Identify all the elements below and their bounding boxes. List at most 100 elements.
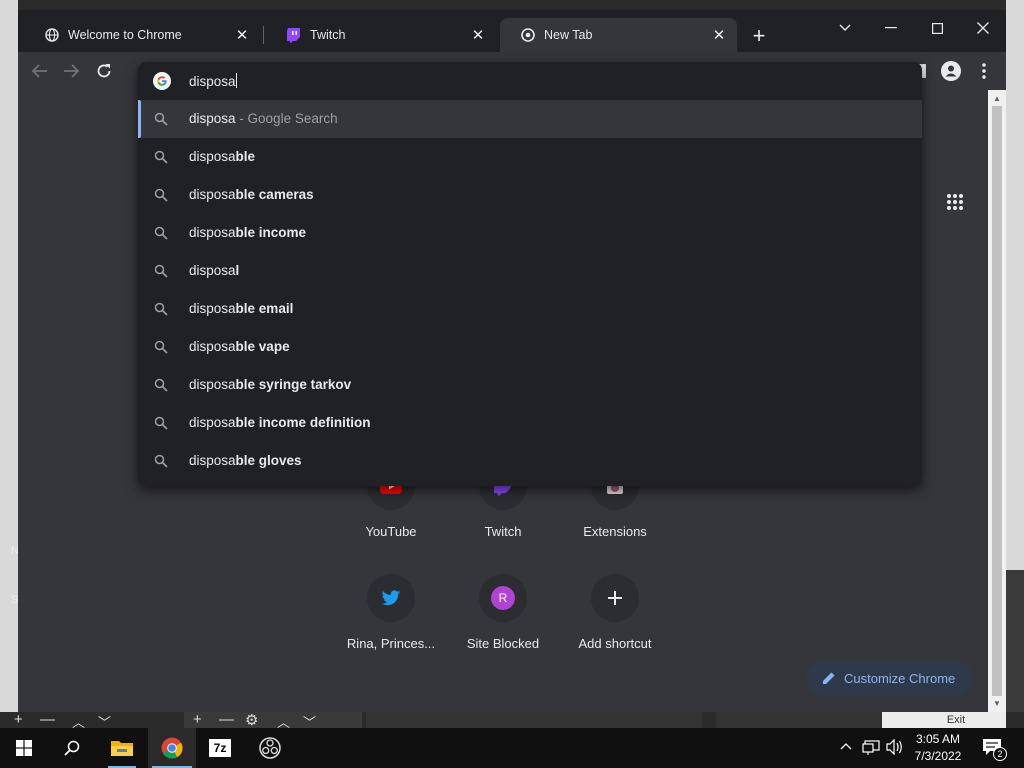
shortcut-label: Twitch [484, 524, 522, 539]
omnibox-suggestion[interactable]: disposable email [138, 290, 922, 328]
network-icon[interactable] [862, 740, 880, 759]
scrollbar-thumb[interactable] [992, 106, 1002, 696]
omnibox-suggestion[interactable]: disposable cameras [138, 176, 922, 214]
gear-icon[interactable]: ⚙ [245, 711, 258, 729]
shortcut-label: YouTube [365, 524, 417, 539]
omnibox-suggestion[interactable]: disposa - Google Search [138, 100, 922, 138]
globe-icon [44, 27, 60, 43]
tab-welcome-to-chrome[interactable]: Welcome to Chrome ✕ [24, 18, 260, 52]
search-icon [154, 378, 168, 392]
obs-panel [366, 712, 702, 728]
suggestion-text: disposable gloves [189, 453, 302, 468]
suggestion-completion-part: ble income definition [235, 415, 371, 430]
omnibox-suggestion[interactable]: disposable syringe tarkov [138, 366, 922, 404]
letter-r-icon: R [479, 574, 527, 622]
close-window-button[interactable] [960, 14, 1006, 42]
suggestion-typed-part: disposa [189, 149, 236, 164]
suggestion-completion-part: ble syringe tarkov [235, 377, 352, 392]
tab-strip: Welcome to Chrome ✕ Twitch ✕ New Tab ✕ + [18, 10, 1006, 52]
omnibox-suggestion[interactable]: disposable income definition [138, 404, 922, 442]
customize-chrome-button[interactable]: Customize Chrome [806, 661, 973, 695]
minus-icon[interactable]: — [40, 711, 55, 728]
search-icon [154, 302, 168, 316]
close-icon[interactable]: ✕ [234, 27, 250, 44]
search-icon [154, 112, 168, 126]
new-tab-button[interactable]: + [749, 25, 769, 47]
folder-icon [111, 741, 133, 756]
omnibox-typed: disposa [189, 74, 236, 89]
address-bar[interactable]: disposa [138, 62, 922, 100]
menu-button[interactable] [973, 60, 995, 82]
tab-label: Twitch [310, 28, 346, 42]
scroll-up-icon[interactable]: ▲ [988, 91, 1006, 105]
chrome-taskbar-button[interactable] [148, 728, 196, 768]
search-icon [154, 454, 168, 468]
chevron-up-icon[interactable] [840, 739, 852, 753]
shortcut-site-blocked[interactable]: R Site Blocked [447, 574, 559, 651]
customize-chrome-label: Customize Chrome [844, 670, 956, 686]
shortcut-twitter[interactable]: Rina, Princes... [335, 574, 447, 651]
suggestion-completion-part: l [235, 263, 240, 278]
back-button[interactable] [29, 60, 51, 82]
obs-icon [259, 737, 281, 759]
system-clock[interactable]: 3:05 AM 7/3/2022 [905, 731, 971, 765]
reload-button[interactable] [93, 60, 115, 82]
tab-new-tab[interactable]: New Tab ✕ [500, 18, 737, 52]
suggestion-text: disposable income definition [189, 415, 371, 430]
suggestion-text: disposal [189, 263, 239, 278]
close-icon[interactable]: ✕ [711, 27, 727, 44]
suggestion-text: disposable syringe tarkov [189, 377, 351, 392]
notification-count: 2 [993, 747, 1007, 761]
omnibox-suggestion[interactable]: disposable vape [138, 328, 922, 366]
scroll-down-icon[interactable]: ▼ [988, 696, 1006, 710]
suggestion-suffix: - Google Search [235, 111, 338, 126]
shortcut-label: Site Blocked [466, 636, 540, 651]
apps-grid-icon[interactable] [946, 193, 964, 211]
file-explorer-button[interactable] [98, 728, 146, 768]
profile-button[interactable] [940, 60, 962, 82]
action-center-button[interactable]: 2 [982, 738, 1007, 761]
more-vertical-icon [982, 63, 986, 79]
add-shortcut-button[interactable]: Add shortcut [559, 574, 671, 651]
maximize-icon [931, 22, 943, 34]
omnibox-dropdown: disposa disposa - Google Search disposabl… [138, 62, 922, 486]
obs-taskbar-button[interactable] [246, 728, 294, 768]
page-scrollbar[interactable]: ▲ ▼ [988, 90, 1006, 712]
minimize-button[interactable] [868, 14, 914, 42]
profile-icon [941, 61, 961, 81]
plus-icon[interactable]: + [14, 711, 23, 728]
suggestion-typed-part: disposa [189, 301, 236, 316]
start-button[interactable] [0, 728, 48, 768]
close-icon [977, 22, 989, 34]
omnibox-suggestion[interactable]: disposable [138, 138, 922, 176]
tab-search-button[interactable] [822, 14, 868, 42]
forward-button[interactable] [60, 60, 82, 82]
desktop-left-strip: N S [0, 0, 19, 728]
suggestion-typed-part: disposa [189, 339, 236, 354]
maximize-button[interactable] [914, 14, 960, 42]
shortcut-label: Rina, Princes... [346, 636, 436, 651]
volume-icon[interactable] [886, 738, 904, 758]
arrow-left-icon [32, 64, 47, 78]
text-caret [235, 73, 237, 88]
tab-label: New Tab [544, 28, 593, 42]
plus-icon[interactable]: + [193, 711, 202, 728]
suggestion-typed-part: disposa [189, 187, 236, 202]
clock-date: 7/3/2022 [914, 749, 962, 763]
tab-twitch[interactable]: Twitch ✕ [266, 18, 496, 52]
search-icon [154, 264, 168, 278]
search-button[interactable] [48, 728, 96, 768]
shortcut-label: Add shortcut [578, 636, 652, 651]
exit-button[interactable]: Exit [882, 712, 1006, 728]
omnibox-suggestion[interactable]: disposal [138, 252, 922, 290]
search-icon [154, 416, 168, 430]
obs-panel [716, 712, 882, 728]
suggestion-text: disposable cameras [189, 187, 314, 202]
close-icon[interactable]: ✕ [470, 27, 486, 44]
twitch-icon [286, 27, 302, 43]
omnibox-suggestion[interactable]: disposable income [138, 214, 922, 252]
suggestion-typed-part: disposa [189, 377, 236, 392]
minus-icon[interactable]: — [219, 711, 234, 728]
omnibox-suggestion[interactable]: disposable gloves [138, 442, 922, 480]
7zip-taskbar-button[interactable]: 7z [196, 728, 244, 768]
